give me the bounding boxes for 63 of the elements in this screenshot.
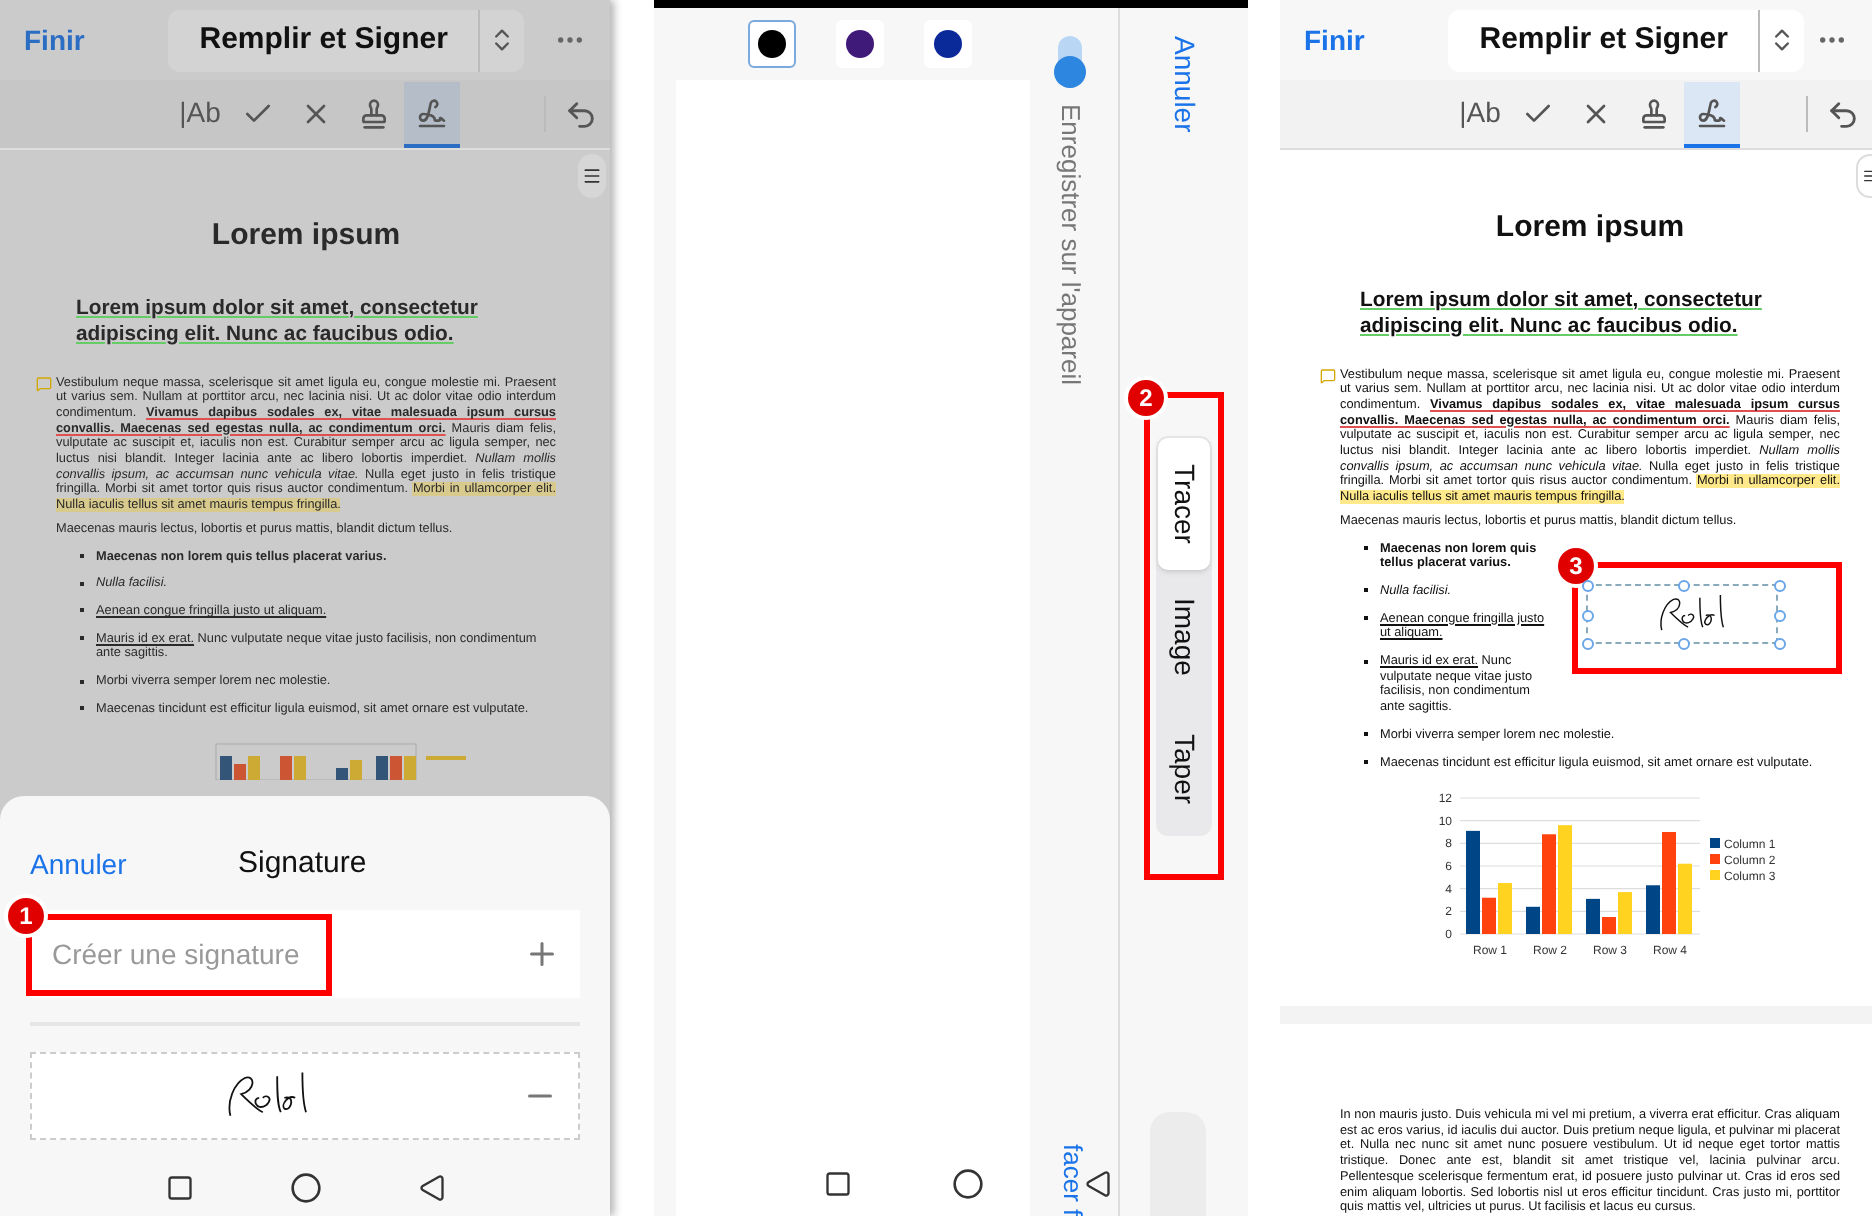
bar <box>1678 864 1692 935</box>
text-tool-button[interactable]: |Ab <box>172 82 228 148</box>
add-icon[interactable] <box>524 936 560 972</box>
document-title: Lorem ipsum <box>1493 208 1687 248</box>
tool-button[interactable] <box>404 82 460 148</box>
comment-icon <box>36 375 52 391</box>
bar <box>1618 892 1632 935</box>
mode-tab[interactable]: Taper <box>1158 702 1210 835</box>
tool-button[interactable] <box>1684 82 1740 148</box>
bar <box>1586 899 1600 935</box>
signature-icon <box>416 97 448 129</box>
done-button[interactable]: Finir <box>1304 19 1365 61</box>
bar <box>1466 831 1480 935</box>
resize-handle[interactable] <box>1774 579 1786 592</box>
save-to-device-label: Enregistrer sur l'appareil <box>1054 104 1088 385</box>
bar <box>1482 898 1496 935</box>
color-swatch[interactable] <box>836 20 884 68</box>
undo-icon[interactable] <box>564 98 598 132</box>
text-tool-button[interactable]: |Ab <box>1452 82 1508 148</box>
document-subtitle: Lorem ipsum dolor sit amet, consectetur adipiscing elit. Nunc ac faucibus odio. <box>74 295 480 347</box>
undo-icon[interactable] <box>1826 98 1860 132</box>
resize-handle[interactable] <box>1582 637 1594 650</box>
step-badge: 2 <box>1128 380 1164 417</box>
color-swatch[interactable] <box>748 20 796 68</box>
resize-handle[interactable] <box>1774 609 1786 622</box>
menu-icon[interactable] <box>578 154 606 198</box>
step-badge: 3 <box>1558 547 1594 584</box>
cancel-button[interactable]: Annuler <box>30 843 127 885</box>
home-icon[interactable] <box>289 1172 321 1204</box>
signature-icon <box>1696 97 1728 129</box>
step-badge: 1 <box>8 898 44 934</box>
back-icon[interactable] <box>417 1174 445 1202</box>
cancel-button[interactable]: Annuler <box>1163 36 1205 133</box>
document-title: Lorem ipsum <box>209 216 403 256</box>
screen-title: Remplir et Signer <box>197 19 450 60</box>
stamp-icon <box>358 97 390 129</box>
recent-apps-icon[interactable] <box>165 1174 193 1202</box>
save-toggle[interactable] <box>1058 36 1083 88</box>
home-icon[interactable] <box>952 1168 984 1200</box>
resize-handle[interactable] <box>1678 637 1690 650</box>
bar <box>1646 885 1660 935</box>
title-selector[interactable]: Remplir et Signer <box>1448 9 1805 71</box>
bar <box>1526 907 1540 935</box>
recent-apps-icon[interactable] <box>824 1170 852 1198</box>
comment-icon <box>1320 367 1336 383</box>
document-subtitle: Lorem ipsum dolor sit amet, consectetur adipiscing elit. Nunc ac faucibus odio. <box>1358 287 1764 339</box>
clear-link[interactable]: facer f <box>1058 1143 1086 1216</box>
title-selector[interactable]: Remplir et Signer <box>168 9 525 71</box>
bar <box>1558 825 1572 935</box>
mode-tab[interactable]: Tracer <box>1158 438 1210 571</box>
back-icon[interactable] <box>1084 1170 1112 1198</box>
screen-title: Remplir et Signer <box>1477 19 1730 60</box>
resize-handle[interactable] <box>1582 609 1594 622</box>
bar <box>1542 834 1556 935</box>
bar <box>1602 917 1616 935</box>
stamp-icon <box>1638 97 1670 129</box>
mode-tab[interactable]: Image <box>1158 570 1210 703</box>
resize-handle[interactable] <box>1774 637 1786 650</box>
bar <box>1498 883 1512 935</box>
bar <box>1662 832 1676 935</box>
color-swatch[interactable] <box>924 20 972 68</box>
resize-handle[interactable] <box>1678 579 1690 592</box>
sheet-title: Signature <box>238 843 367 884</box>
